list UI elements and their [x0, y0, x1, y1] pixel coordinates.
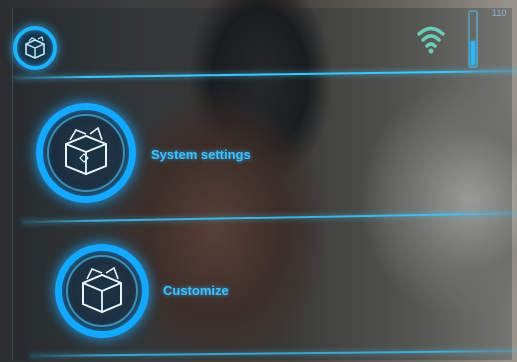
box-icon: [25, 36, 45, 59]
wifi-icon: [417, 26, 445, 54]
battery-level-bar: [471, 41, 475, 65]
status-bar: 110: [0, 0, 517, 78]
box-settings-icon: [65, 126, 107, 176]
home-button[interactable]: [13, 26, 57, 70]
system-settings-label: System settings: [151, 147, 251, 162]
box-customize-icon: [82, 266, 122, 314]
customize-circle: [55, 244, 149, 338]
menu-item-customize[interactable]: Customize: [0, 224, 517, 354]
battery-icon: [468, 10, 478, 68]
system-settings-circle: [36, 103, 136, 203]
customize-label: Customize: [163, 283, 229, 298]
battery-text: 110: [492, 8, 507, 18]
menu-item-system-settings[interactable]: System settings: [0, 80, 517, 220]
